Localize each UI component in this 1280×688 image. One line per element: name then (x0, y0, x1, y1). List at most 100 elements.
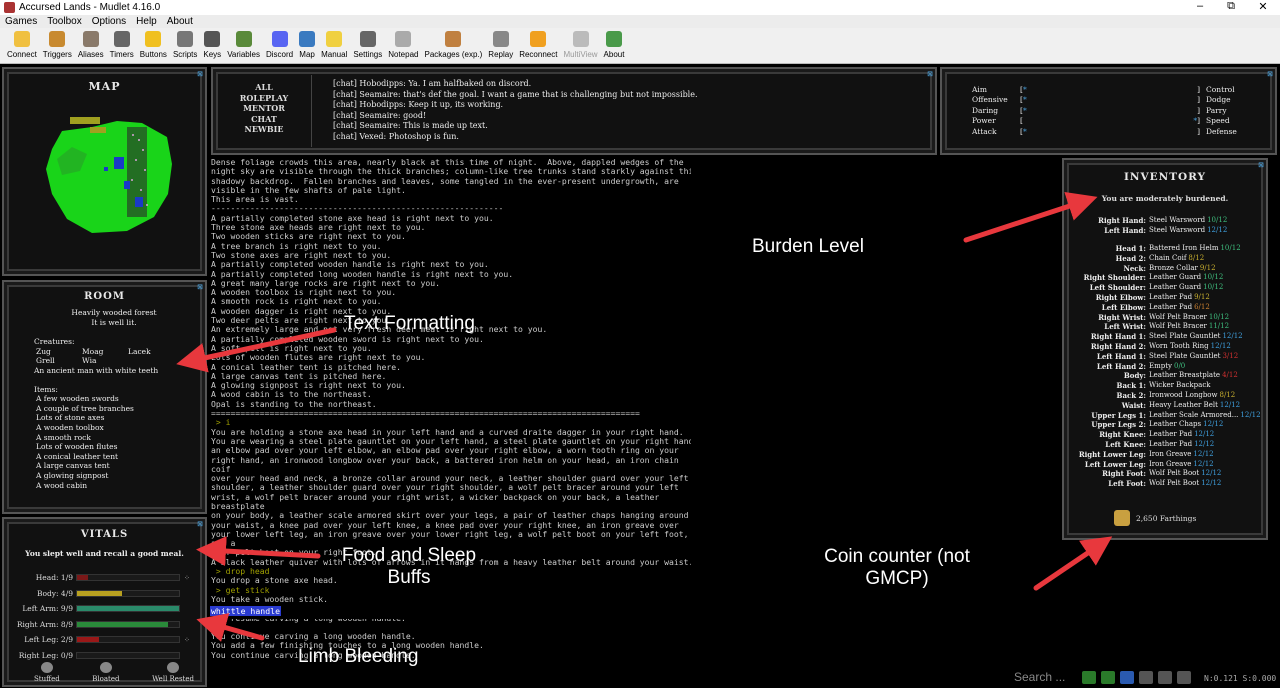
toolbar-replay-button[interactable]: Replay (485, 28, 516, 59)
inventory-slot[interactable]: Right Foot: Wolf Pelt Boot 12/12 (1072, 469, 1262, 479)
slot-condition: 10/12 (1207, 216, 1228, 224)
combat-slider[interactable]: [*] (1020, 85, 1200, 95)
command-input[interactable]: whittle handle (210, 605, 1060, 619)
toolbar-scripts-button[interactable]: Scripts (170, 28, 200, 59)
inventory-slot[interactable]: Right Elbow: Leather Pad 9/12 (1072, 293, 1262, 303)
panel-controls-icon[interactable]: ⊠ (197, 70, 203, 78)
room-item[interactable]: A wooden toolbox (36, 423, 194, 433)
room-item[interactable]: A conical leather tent (36, 452, 194, 462)
inventory-slot[interactable]: Right Hand 1: Steel Plate Gauntlet 12/12 (1072, 332, 1262, 342)
status-icon-5[interactable] (1158, 671, 1172, 684)
toolbar-about-button[interactable]: About (601, 28, 628, 59)
toolbar-manual-button[interactable]: Manual (318, 28, 350, 59)
inventory-slot[interactable]: Left Hand: Steel Warsword 12/12 (1072, 226, 1262, 236)
status-icon-4[interactable] (1139, 671, 1153, 684)
combat-slider[interactable]: [*] (1020, 95, 1200, 105)
inventory-slot[interactable]: Waist: Heavy Leather Belt 12/12 (1072, 401, 1262, 411)
inventory-slot[interactable]: Left Wrist: Wolf Pelt Bracer 11/12 (1072, 322, 1262, 332)
toolbar-settings-button[interactable]: Settings (350, 28, 385, 59)
menu-games[interactable]: Games (0, 15, 42, 28)
inventory-slot[interactable]: Left Knee: Leather Pad 12/12 (1072, 440, 1262, 450)
inventory-slot[interactable]: Head 1: Battered Iron Helm 10/12 (1072, 244, 1262, 254)
inventory-slot[interactable]: Left Hand 2: Empty 0/0 (1072, 362, 1262, 372)
menu-options[interactable]: Options (87, 15, 131, 28)
combat-slider[interactable]: [*] (1020, 106, 1200, 116)
status-icon-6[interactable] (1177, 671, 1191, 684)
inventory-slot[interactable]: Back 2: Ironwood Longbow 8/12 (1072, 391, 1262, 401)
room-item[interactable]: A couple of tree branches (36, 404, 194, 414)
panel-controls-icon[interactable]: ⊠ (197, 520, 203, 528)
combat-slider[interactable]: [*] (1020, 116, 1200, 126)
maximize-button[interactable]: ⧉ (1216, 0, 1246, 13)
inventory-slot[interactable]: Right Wrist: Wolf Pelt Bracer 10/12 (1072, 313, 1262, 323)
room-item[interactable]: A glowing signpost (36, 471, 194, 481)
room-item[interactable]: A wood cabin (36, 481, 194, 491)
inventory-slot[interactable]: Left Lower Leg: Iron Greave 12/12 (1072, 460, 1262, 470)
chat-tab-chat[interactable]: CHAT (225, 114, 303, 125)
toolbar-multiview-button[interactable]: MultiView (560, 28, 600, 59)
menu-help[interactable]: Help (131, 15, 162, 28)
inventory-slot[interactable]: Right Lower Leg: Iron Greave 12/12 (1072, 450, 1262, 460)
inventory-slot[interactable]: Right Hand: Steel Warsword 10/12 (1072, 216, 1262, 226)
toolbar-discord-button[interactable]: Discord (263, 28, 296, 59)
combat-row[interactable]: Power [*] Speed (972, 116, 1252, 126)
close-button[interactable]: ✕ (1248, 0, 1278, 13)
room-item[interactable]: A smooth rock (36, 433, 194, 443)
inventory-slot[interactable]: Upper Legs 1: Leather Scale Armored... 12/… (1072, 411, 1262, 421)
status-icon-3[interactable] (1120, 671, 1134, 684)
combat-row[interactable]: Daring [*] Parry (972, 106, 1252, 116)
status-icon-1[interactable] (1082, 671, 1096, 684)
combat-row[interactable]: Offensive [*] Dodge (972, 95, 1252, 105)
inventory-slot[interactable]: Left Elbow: Leather Pad 6/12 (1072, 303, 1262, 313)
panel-controls-icon[interactable]: ⊠ (197, 283, 203, 291)
combat-slider[interactable]: [*] (1020, 127, 1200, 137)
inventory-slot[interactable]: Neck: Bronze Collar 9/12 (1072, 264, 1262, 274)
world-map[interactable] (32, 109, 182, 239)
chat-tab-mentor[interactable]: MENTOR (225, 103, 303, 114)
room-item[interactable]: Lots of wooden flutes (36, 442, 194, 452)
inventory-slot[interactable]: Left Foot: Wolf Pelt Boot 12/12 (1072, 479, 1262, 489)
inventory-slot[interactable]: Back 1: Wicker Backpack (1072, 381, 1262, 391)
creature-name[interactable]: Wia (82, 356, 128, 366)
chat-tab-newbie[interactable]: NEWBIE (225, 124, 303, 135)
menu-toolbox[interactable]: Toolbox (42, 15, 86, 28)
creature-name[interactable]: Lacek (128, 347, 174, 357)
toolbar-buttons-button[interactable]: Buttons (137, 28, 170, 59)
inventory-slot[interactable]: Body: Leather Breastplate 4/12 (1072, 371, 1262, 381)
inventory-slot[interactable]: Upper Legs 2: Leather Chaps 12/12 (1072, 420, 1262, 430)
toolbar-reconnect-button[interactable]: Reconnect (516, 28, 560, 59)
combat-row[interactable]: Aim [*] Control (972, 85, 1252, 95)
toolbar-keys-button[interactable]: Keys (200, 28, 224, 59)
search-input[interactable]: Search ... (1014, 670, 1065, 684)
creature-name[interactable]: Zug (36, 347, 82, 357)
room-item[interactable]: A large canvas tent (36, 461, 194, 471)
room-item[interactable]: A few wooden swords (36, 394, 194, 404)
inventory-slot[interactable]: Head 2: Chain Coif 8/12 (1072, 254, 1262, 264)
toolbar-connect-button[interactable]: Connect (4, 28, 40, 59)
status-icon-2[interactable] (1101, 671, 1115, 684)
inventory-slot[interactable]: Right Knee: Leather Pad 12/12 (1072, 430, 1262, 440)
panel-controls-icon[interactable]: ⊠ (1258, 161, 1264, 169)
chat-tab-all[interactable]: ALL (225, 82, 303, 93)
panel-controls-icon[interactable]: ⊠ (1267, 70, 1273, 78)
inventory-slot[interactable]: Right Shoulder: Leather Guard 10/12 (1072, 273, 1262, 283)
toolbar-notepad-button[interactable]: Notepad (385, 28, 421, 59)
room-item[interactable]: Lots of stone axes (36, 413, 194, 423)
chat-tab-roleplay[interactable]: ROLEPLAY (225, 93, 303, 104)
creature-name[interactable]: Moag (82, 347, 128, 357)
combat-row[interactable]: Attack [*] Defense (972, 127, 1252, 137)
toolbar-triggers-button[interactable]: Triggers (40, 28, 75, 59)
inventory-slot[interactable]: Left Hand 1: Steel Plate Gauntlet 3/12 (1072, 352, 1262, 362)
inventory-slot[interactable]: Left Shoulder: Leather Guard 10/12 (1072, 283, 1262, 293)
creature-name[interactable]: Grell (36, 356, 82, 366)
toolbar-aliases-button[interactable]: Aliases (75, 28, 107, 59)
minimize-button[interactable]: – (1185, 0, 1215, 12)
panel-controls-icon[interactable]: ⊠ (927, 70, 933, 78)
toolbar-variables-button[interactable]: Variables (224, 28, 263, 59)
slot-item: Wolf Pelt Bracer (1149, 322, 1207, 331)
toolbar-timers-button[interactable]: Timers (107, 28, 137, 59)
menu-about[interactable]: About (162, 15, 198, 28)
inventory-slot[interactable]: Right Hand 2: Worn Tooth Ring 12/12 (1072, 342, 1262, 352)
toolbar-map-button[interactable]: Map (296, 28, 318, 59)
toolbar-packages-exp-button[interactable]: Packages (exp.) (421, 28, 485, 59)
